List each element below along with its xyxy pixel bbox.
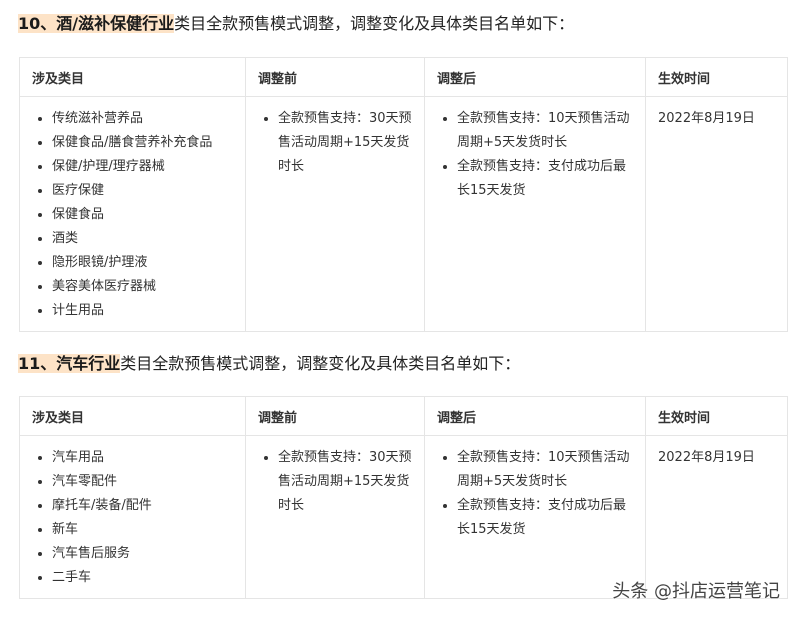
section-heading-1: 10、酒/滋补保健行业类目全款预售模式调整，调整变化及具体类目名单如下： [18, 12, 574, 36]
list-item: 计生用品 [52, 299, 233, 323]
list-item: 全款预售支持：支付成功后最长15天发货 [457, 155, 633, 203]
list-item: 全款预售支持：支付成功后最长15天发货 [457, 494, 633, 542]
column-header: 生效时间 [645, 396, 788, 436]
list-item: 保健食品/膳食营养补充食品 [52, 131, 233, 155]
adjustment-table-2: 涉及类目 调整前 调整后 生效时间 汽车用品 汽车零配件 摩托车/装备/配件 新… [19, 396, 788, 599]
list-item: 摩托车/装备/配件 [52, 494, 233, 518]
column-header: 生效时间 [645, 57, 788, 97]
list-item: 传统滋补营养品 [52, 107, 233, 131]
category-list: 传统滋补营养品 保健食品/膳食营养补充食品 保健/护理/理疗器械 医疗保健 保健… [32, 107, 233, 323]
list-item: 美容美体医疗器械 [52, 275, 233, 299]
heading-text: 类目全款预售模式调整，调整变化及具体类目名单如下： [174, 14, 575, 33]
category-cell: 汽车用品 汽车零配件 摩托车/装备/配件 新车 汽车售后服务 二手车 [19, 435, 246, 599]
list-item: 全款预售支持：30天预售活动周期+15天发货时长 [278, 107, 412, 179]
list-item: 全款预售支持：10天预售活动周期+5天发货时长 [457, 446, 633, 494]
effective-date-cell: 2022年8月19日 [645, 96, 788, 332]
adjustment-table-1: 涉及类目 调整前 调整后 生效时间 传统滋补营养品 保健食品/膳食营养补充食品 … [19, 57, 788, 332]
list-item: 汽车用品 [52, 446, 233, 470]
after-cell: 全款预售支持：10天预售活动周期+5天发货时长 全款预售支持：支付成功后最长15… [424, 96, 646, 332]
list-item: 全款预售支持：10天预售活动周期+5天发货时长 [457, 107, 633, 155]
list-item: 汽车售后服务 [52, 542, 233, 566]
category-list: 汽车用品 汽车零配件 摩托车/装备/配件 新车 汽车售后服务 二手车 [32, 446, 233, 590]
list-item: 酒类 [52, 227, 233, 251]
table-header-row: 涉及类目 调整前 调整后 生效时间 [19, 396, 788, 436]
column-header: 调整后 [424, 57, 646, 97]
after-list: 全款预售支持：10天预售活动周期+5天发货时长 全款预售支持：支付成功后最长15… [437, 107, 633, 203]
table-row: 汽车用品 汽车零配件 摩托车/装备/配件 新车 汽车售后服务 二手车 全款预售支… [19, 435, 788, 599]
after-cell: 全款预售支持：10天预售活动周期+5天发货时长 全款预售支持：支付成功后最长15… [424, 435, 646, 599]
list-item: 二手车 [52, 566, 233, 590]
column-header: 涉及类目 [19, 57, 246, 97]
heading-highlight: 11、汽车行业 [18, 354, 121, 373]
list-item: 保健食品 [52, 203, 233, 227]
before-cell: 全款预售支持：30天预售活动周期+15天发货时长 [245, 96, 425, 332]
list-item: 保健/护理/理疗器械 [52, 155, 233, 179]
section-heading-2: 11、汽车行业类目全款预售模式调整，调整变化及具体类目名单如下： [18, 352, 520, 376]
list-item: 医疗保健 [52, 179, 233, 203]
after-list: 全款预售支持：10天预售活动周期+5天发货时长 全款预售支持：支付成功后最长15… [437, 446, 633, 542]
before-cell: 全款预售支持：30天预售活动周期+15天发货时长 [245, 435, 425, 599]
effective-date: 2022年8月19日 [658, 450, 755, 465]
heading-highlight: 10、酒/滋补保健行业 [18, 14, 175, 33]
column-header: 调整前 [245, 396, 425, 436]
column-header: 调整前 [245, 57, 425, 97]
effective-date: 2022年8月19日 [658, 111, 755, 126]
list-item: 隐形眼镜/护理液 [52, 251, 233, 275]
list-item: 新车 [52, 518, 233, 542]
column-header: 调整后 [424, 396, 646, 436]
before-list: 全款预售支持：30天预售活动周期+15天发货时长 [258, 446, 412, 518]
watermark: 头条 @抖店运营笔记 [612, 581, 780, 602]
table-row: 传统滋补营养品 保健食品/膳食营养补充食品 保健/护理/理疗器械 医疗保健 保健… [19, 96, 788, 332]
heading-text: 类目全款预售模式调整，调整变化及具体类目名单如下： [120, 354, 521, 373]
column-header: 涉及类目 [19, 396, 246, 436]
category-cell: 传统滋补营养品 保健食品/膳食营养补充食品 保健/护理/理疗器械 医疗保健 保健… [19, 96, 246, 332]
list-item: 全款预售支持：30天预售活动周期+15天发货时长 [278, 446, 412, 518]
list-item: 汽车零配件 [52, 470, 233, 494]
before-list: 全款预售支持：30天预售活动周期+15天发货时长 [258, 107, 412, 179]
table-header-row: 涉及类目 调整前 调整后 生效时间 [19, 57, 788, 97]
effective-date-cell: 2022年8月19日 [645, 435, 788, 599]
